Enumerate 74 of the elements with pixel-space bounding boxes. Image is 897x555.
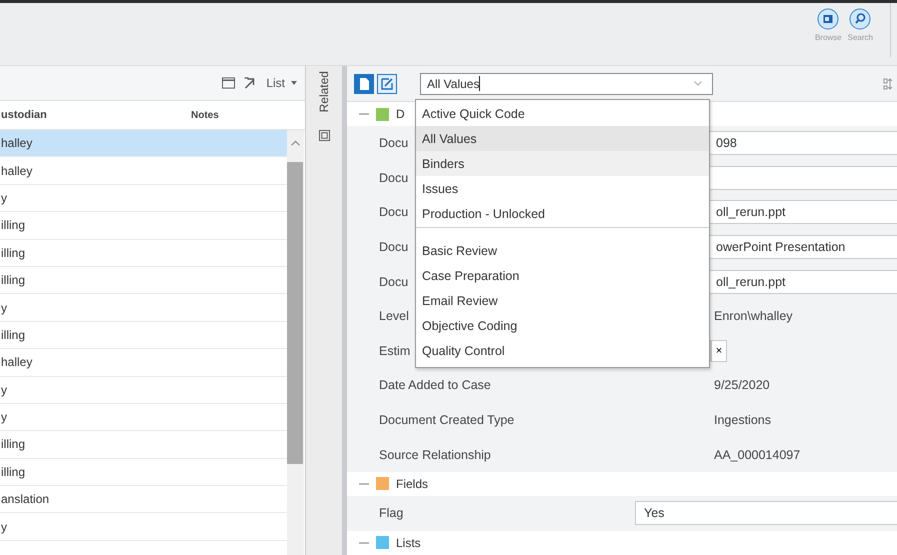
scrollbar-thumb[interactable] xyxy=(287,162,303,464)
table-row[interactable]: illing xyxy=(0,322,287,350)
field-value: 9/25/2020 xyxy=(713,378,770,392)
dropdown-option[interactable]: Issues xyxy=(416,176,709,201)
section-title: Fields xyxy=(396,476,428,491)
table-cell: illing xyxy=(1,437,26,452)
caret-icon xyxy=(291,81,297,85)
document-icon[interactable] xyxy=(354,74,374,94)
search-icon xyxy=(849,8,872,30)
browse-icon xyxy=(817,8,840,30)
dropdown-option[interactable]: Quality Control xyxy=(416,338,709,363)
field-label: Date Added to Case xyxy=(379,378,491,392)
related-tab[interactable]: Related xyxy=(317,71,331,112)
table-row[interactable]: y xyxy=(0,404,287,432)
table-cell: y xyxy=(1,300,7,315)
table-row[interactable]: illing xyxy=(0,266,287,294)
table-row[interactable]: illing xyxy=(0,212,287,240)
field-value: Enron\whalley xyxy=(713,309,793,324)
table-cell: y xyxy=(1,410,7,424)
table-row[interactable]: y xyxy=(0,294,287,322)
field-label: Docu xyxy=(379,240,408,254)
scrollbar[interactable] xyxy=(287,130,304,555)
table-cell: illing xyxy=(1,246,26,260)
input-field[interactable]: Yes xyxy=(635,501,897,526)
field-label: Document Created Type xyxy=(379,413,514,428)
table-row[interactable]: illing xyxy=(0,458,287,486)
dropdown-option[interactable]: All Values xyxy=(416,126,709,151)
table-row[interactable]: y xyxy=(0,376,287,404)
table-cell: illing xyxy=(1,328,26,342)
table-cell: halley xyxy=(1,355,32,370)
column-header[interactable]: ustodian xyxy=(0,109,191,121)
table-row[interactable]: y xyxy=(0,184,287,212)
field-label: Docu xyxy=(379,274,408,289)
window-icon[interactable] xyxy=(222,77,236,89)
table-cell: y xyxy=(1,190,7,205)
table-row[interactable]: halley xyxy=(0,157,287,185)
arrow-icon[interactable] xyxy=(243,77,256,89)
chevron-down-icon xyxy=(694,81,702,86)
dropdown-option[interactable]: Binders xyxy=(416,151,709,176)
table-cell: illing xyxy=(1,273,26,288)
table-row[interactable]: anslation xyxy=(0,486,287,514)
table-cell: y xyxy=(1,520,7,534)
field-label: Docu xyxy=(379,170,408,185)
column-header[interactable]: Notes xyxy=(191,110,219,120)
dropdown-option[interactable]: Objective Coding xyxy=(416,313,709,338)
panel-icon[interactable] xyxy=(318,130,330,142)
section-title: D xyxy=(396,107,405,121)
table-cell: illing xyxy=(1,218,26,232)
dropdown-option[interactable]: Active Quick Code xyxy=(416,101,709,126)
edit-icon[interactable] xyxy=(377,74,397,94)
field-label: Flag xyxy=(379,506,404,520)
field-label: Source Relationship xyxy=(379,448,491,462)
field-value: Ingestions xyxy=(713,413,771,428)
scroll-up-icon[interactable] xyxy=(291,140,300,146)
table-cell: y xyxy=(1,382,7,397)
table-row[interactable]: illing xyxy=(0,240,287,267)
table-cell: anslation xyxy=(1,492,50,506)
field-label: Docu xyxy=(379,136,408,150)
table-row[interactable]: halley xyxy=(0,349,287,377)
field-label: Estim xyxy=(379,344,410,358)
clear-button[interactable]: × xyxy=(711,340,727,362)
table-cell: illing xyxy=(1,464,26,479)
field-label: Docu xyxy=(379,205,408,220)
sort-icon[interactable] xyxy=(883,78,895,90)
table-row[interactable]: illing xyxy=(0,431,287,459)
layout-dropdown[interactable]: All Values xyxy=(420,72,713,94)
table-cell: halley xyxy=(1,136,32,150)
view-menu[interactable]: List xyxy=(264,74,299,92)
field-label: Level xyxy=(379,309,409,324)
table-row[interactable]: halley xyxy=(0,130,287,158)
field-value: AA_000014097 xyxy=(713,448,800,462)
table-cell: halley xyxy=(1,164,32,178)
section-title: Lists xyxy=(396,536,421,550)
table-row[interactable]: y xyxy=(0,513,287,541)
